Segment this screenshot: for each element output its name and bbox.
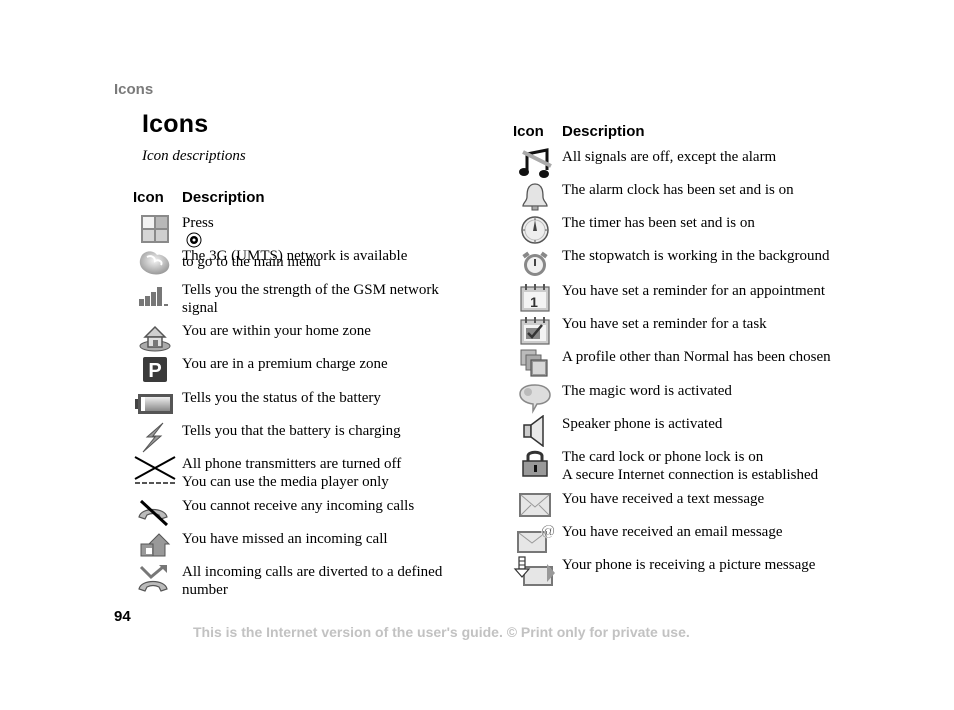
icon-column-header: Icon — [513, 123, 544, 140]
description-column-header: Description — [182, 189, 265, 206]
description: You have received a text message — [562, 491, 765, 507]
signal-strength-icon — [133, 281, 173, 313]
svg-text:@: @ — [540, 523, 555, 540]
text-message-icon — [513, 490, 553, 522]
page-number: 94 — [114, 608, 131, 625]
description: You have received an email message — [562, 524, 783, 540]
description: You cannot receive any incoming calls — [182, 498, 415, 514]
description: All phone transmitters are turned off Yo… — [182, 456, 402, 490]
description: A profile other than Normal has been cho… — [562, 349, 831, 365]
running-head: Icons — [114, 81, 154, 98]
subtitle: Icon descriptions — [142, 148, 246, 164]
description: All signals are off, except the alarm — [562, 149, 777, 165]
description: The magic word is activated — [562, 383, 732, 399]
charging-icon — [133, 422, 173, 454]
speaker-icon — [513, 415, 553, 447]
description: The alarm clock has been set and is on — [562, 182, 794, 198]
description: The stopwatch is working in the backgrou… — [562, 248, 830, 264]
icon-column-header: Icon — [133, 189, 164, 206]
email-message-icon: @ — [513, 523, 556, 555]
receiving-picture-message-icon — [513, 556, 555, 588]
3g-network-icon — [133, 247, 173, 279]
task-reminder-icon — [513, 315, 553, 347]
profile-icon — [513, 348, 553, 380]
stopwatch-icon — [513, 247, 553, 279]
premium-charge-icon: P — [133, 355, 173, 387]
no-incoming-calls-icon — [133, 497, 173, 529]
description: You are within your home zone — [182, 323, 371, 339]
page-title: Icons — [142, 110, 209, 138]
lock-icon — [513, 448, 553, 480]
description: The card lock or phone lock is on A secu… — [562, 449, 819, 483]
silent-mode-icon — [513, 148, 553, 180]
magic-word-icon — [513, 382, 553, 414]
description: All incoming calls are diverted to a def… — [182, 564, 443, 598]
alarm-bell-icon — [513, 181, 553, 213]
svg-text:P: P — [148, 360, 161, 382]
flight-mode-icon — [133, 455, 176, 487]
description-column-header: Description — [562, 123, 645, 140]
timer-icon — [513, 214, 553, 246]
main-menu-icon — [133, 214, 173, 246]
description: Tells you the status of the battery — [182, 390, 381, 406]
description: You have set a reminder for an appointme… — [562, 283, 825, 299]
missed-call-icon — [133, 530, 173, 562]
description: Your phone is receiving a picture messag… — [562, 557, 816, 573]
description: You are in a premium charge zone — [182, 356, 388, 372]
svg-text:1: 1 — [530, 294, 538, 310]
description: Tells you that the battery is charging — [182, 423, 401, 439]
battery-icon — [133, 389, 173, 421]
description: Speaker phone is activated — [562, 416, 723, 432]
description: The timer has been set and is on — [562, 215, 755, 231]
appointment-reminder-icon: 1 — [513, 282, 553, 314]
footer-notice: This is the Internet version of the user… — [193, 624, 690, 640]
call-divert-icon — [133, 563, 173, 595]
description: The 3G (UMTS) network is available — [182, 248, 408, 264]
description: Tells you the strength of the GSM networ… — [182, 282, 439, 316]
home-zone-icon — [133, 322, 173, 354]
description: You have missed an incoming call — [182, 531, 388, 547]
description: You have set a reminder for a task — [562, 316, 767, 332]
